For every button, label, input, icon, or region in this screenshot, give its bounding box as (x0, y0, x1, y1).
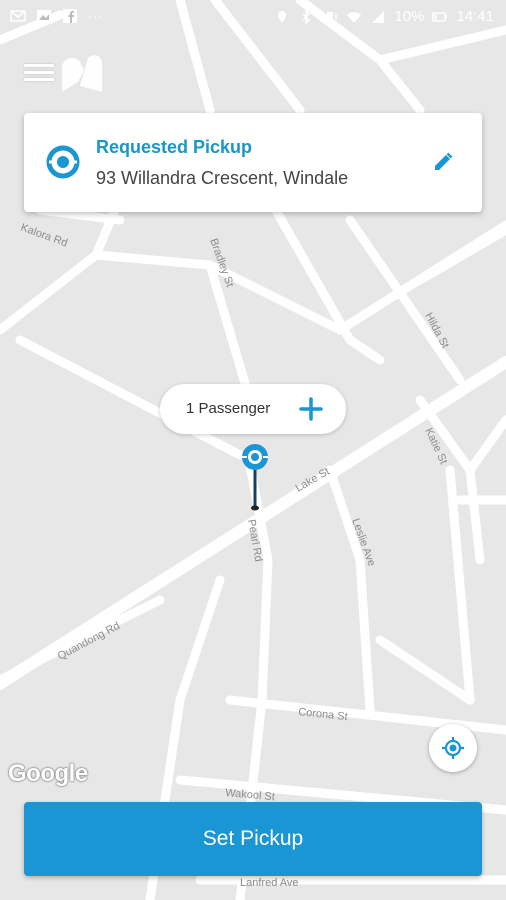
battery-percent: 10% (394, 8, 425, 25)
facebook-icon (63, 9, 77, 23)
app-logo (62, 55, 103, 92)
my-location-button[interactable] (429, 724, 477, 772)
vibrate-icon (323, 11, 338, 22)
more-notifications-icon: ··· (88, 8, 102, 24)
pickup-pin-icon[interactable] (238, 441, 272, 513)
passenger-count: 1 Passenger (186, 400, 271, 417)
wifi-icon (347, 11, 362, 23)
location-icon (278, 10, 287, 23)
pickup-card[interactable]: Requested Pickup 93 Willandra Crescent, … (24, 113, 482, 212)
set-pickup-button[interactable]: Set Pickup (24, 802, 482, 876)
bluetooth-icon (302, 9, 311, 24)
hamburger-line (24, 71, 54, 74)
hamburger-line (24, 64, 54, 67)
street-label-lanfred: Lanfred Ave (240, 877, 299, 889)
signal-icon (372, 10, 385, 23)
email-icon (10, 10, 26, 22)
menu-button[interactable] (24, 60, 54, 88)
clock: 14:41 (456, 8, 494, 25)
crosshair-icon (442, 737, 464, 759)
status-bar: ··· 10% 14:41 (0, 0, 506, 34)
image-icon (37, 10, 51, 22)
add-passenger-plus-icon[interactable] (298, 396, 324, 422)
passenger-selector[interactable]: 1 Passenger (160, 384, 346, 434)
google-logo: Google (8, 760, 88, 787)
hamburger-line (24, 78, 54, 81)
edit-pencil-icon[interactable] (432, 151, 454, 173)
battery-icon (432, 11, 448, 22)
pickup-address: 93 Willandra Crescent, Windale (96, 168, 349, 188)
pickup-location-icon (46, 145, 80, 179)
pickup-card-title: Requested Pickup (96, 137, 253, 157)
